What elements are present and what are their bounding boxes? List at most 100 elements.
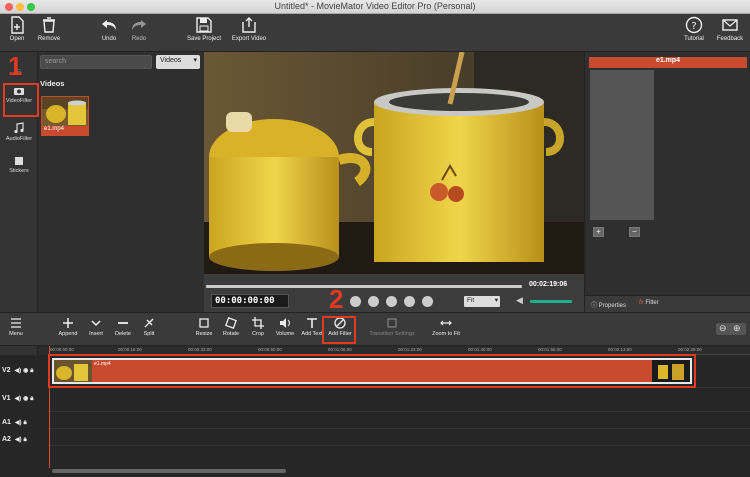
ruler-tick: 00:01:56:00 bbox=[538, 347, 562, 352]
undo-button[interactable]: Undo bbox=[96, 16, 122, 42]
feedback-button[interactable]: Feedback bbox=[714, 16, 746, 42]
zoom-to-fit-label: Zoom to Fit bbox=[432, 331, 460, 337]
tab-properties[interactable]: ⓘ Properties bbox=[591, 300, 626, 309]
speaker-icon[interactable]: ◀) bbox=[15, 368, 22, 374]
video-frame-image bbox=[204, 52, 584, 274]
skip-to-end-button[interactable] bbox=[422, 296, 433, 307]
save-project-button[interactable]: Save Project bbox=[184, 16, 224, 42]
ruler-tick: 00:02:29:00 bbox=[678, 347, 702, 352]
rail-item-audio-filter[interactable]: AudioFilter bbox=[0, 122, 38, 142]
rewind-button[interactable] bbox=[368, 296, 379, 307]
speaker-icon[interactable]: ◀ bbox=[516, 295, 523, 306]
category-select[interactable]: Videos ▾ bbox=[156, 55, 200, 69]
panel-tabs: ⓘ Properties fx Filter bbox=[585, 295, 750, 312]
undo-icon bbox=[102, 20, 116, 30]
tab-filter-label: Filter bbox=[645, 300, 659, 306]
ruler-tick: 00:00:50:00 bbox=[258, 347, 282, 352]
lock-icon[interactable]: 🔒︎ bbox=[30, 396, 33, 402]
export-video-label: Export Video bbox=[231, 36, 267, 42]
zoom-fit-select[interactable]: Fit ▾ bbox=[464, 296, 500, 307]
search-input[interactable]: search bbox=[40, 55, 152, 69]
split-icon bbox=[144, 318, 154, 328]
append-button[interactable]: Append bbox=[56, 317, 80, 337]
tutorial-label: Tutorial bbox=[684, 36, 704, 42]
media-clip-thumbnail[interactable]: e1.mp4 bbox=[41, 96, 89, 136]
tutorial-button[interactable]: ? Tutorial bbox=[680, 16, 708, 42]
transition-settings-button[interactable]: Transition Settings bbox=[364, 317, 420, 337]
open-button[interactable]: Open bbox=[4, 16, 30, 42]
lock-icon[interactable]: 🔒︎ bbox=[23, 437, 26, 443]
speaker-icon[interactable]: ◀) bbox=[15, 420, 22, 426]
video-preview[interactable] bbox=[204, 52, 584, 274]
track-label: A2 bbox=[2, 436, 11, 443]
transition-icon bbox=[387, 318, 397, 328]
track-header-a2: A2 ◀) 🔒︎ bbox=[0, 432, 48, 450]
eye-icon[interactable]: ◉ bbox=[23, 396, 28, 402]
zoom-out-icon[interactable]: ⊖ bbox=[719, 323, 727, 334]
track-header-a1: A1 ◀) 🔒︎ bbox=[0, 415, 48, 433]
ruler-tick: 00:01:40:00 bbox=[468, 347, 492, 352]
speaker-icon[interactable]: ◀) bbox=[15, 396, 22, 402]
speaker-icon[interactable]: ◀) bbox=[15, 437, 22, 443]
redo-icon bbox=[132, 20, 146, 30]
insert-label: Insert bbox=[89, 331, 103, 337]
delete-button[interactable]: Delete bbox=[112, 317, 134, 337]
insert-button[interactable]: Insert bbox=[85, 317, 107, 337]
lock-icon[interactable]: 🔒︎ bbox=[30, 368, 33, 374]
ruler-tick: 00:01:06:00 bbox=[328, 347, 352, 352]
add-text-button[interactable]: Add Text bbox=[300, 317, 324, 337]
remove-filter-item-button[interactable]: − bbox=[629, 227, 640, 237]
track-row-divider bbox=[48, 428, 750, 429]
playback-scrubber[interactable] bbox=[206, 285, 522, 288]
tab-filter[interactable]: fx Filter bbox=[639, 300, 659, 306]
delete-label: Delete bbox=[115, 331, 131, 337]
rotate-icon bbox=[225, 317, 237, 329]
remove-button[interactable]: Remove bbox=[34, 16, 64, 42]
split-button[interactable]: Split bbox=[140, 317, 158, 337]
volume-button[interactable]: Volume bbox=[273, 317, 297, 337]
eye-icon[interactable]: ◉ bbox=[23, 368, 28, 374]
resize-label: Resize bbox=[195, 331, 213, 337]
volume-slider[interactable] bbox=[530, 300, 572, 303]
audio-filter-label: AudioFilter bbox=[5, 136, 33, 142]
fast-forward-button[interactable] bbox=[404, 296, 415, 307]
timeline-scrollbar[interactable] bbox=[52, 469, 286, 473]
zoom-in-icon[interactable]: ⊕ bbox=[733, 323, 741, 334]
zoom-to-fit-button[interactable]: Zoom to Fit bbox=[428, 317, 464, 337]
minus-icon bbox=[118, 322, 128, 324]
filter-list[interactable] bbox=[590, 70, 654, 220]
menu-button[interactable]: Menu bbox=[6, 317, 26, 337]
lock-icon[interactable]: 🔒︎ bbox=[23, 420, 26, 426]
resize-button[interactable]: Resize bbox=[193, 317, 215, 337]
track-header-v1: V1 ◀) ◉ 🔒︎ bbox=[0, 391, 48, 409]
add-filter-item-button[interactable]: + bbox=[593, 227, 604, 237]
export-video-button[interactable]: Export Video bbox=[230, 16, 268, 42]
main-toolbar: Open Remove Undo Redo Save Project Expor… bbox=[0, 14, 750, 52]
track-label: V1 bbox=[2, 395, 11, 402]
chevron-down-icon: ▾ bbox=[494, 297, 498, 304]
timecode-field[interactable]: 00:00:00:00 bbox=[211, 294, 289, 308]
save-icon bbox=[196, 17, 212, 33]
annotation-step-1: 1 bbox=[8, 51, 23, 81]
play-button[interactable] bbox=[386, 296, 397, 307]
rotate-button[interactable]: Rotate bbox=[220, 317, 242, 337]
text-icon bbox=[307, 318, 317, 328]
annotation-highlight-add-filter bbox=[322, 316, 356, 344]
ruler-tick: 00:00:00:00 bbox=[50, 347, 74, 352]
svg-text:?: ? bbox=[691, 21, 696, 32]
annotation-step-2: 2 bbox=[329, 284, 344, 314]
rail-item-stickers[interactable]: Stickers bbox=[0, 156, 38, 174]
open-icon bbox=[11, 16, 24, 34]
redo-button[interactable]: Redo bbox=[126, 16, 152, 42]
export-icon bbox=[242, 17, 256, 33]
window-title: Untitled* - MovieMator Video Editor Pro … bbox=[274, 1, 476, 11]
track-row-divider bbox=[48, 411, 750, 412]
fit-value: Fit bbox=[467, 297, 475, 304]
chevron-down-icon bbox=[91, 320, 101, 327]
feedback-label: Feedback bbox=[716, 36, 744, 42]
skip-to-start-button[interactable] bbox=[350, 296, 361, 307]
annotation-highlight-video-filter bbox=[3, 83, 39, 117]
open-label: Open bbox=[9, 36, 25, 42]
crop-button[interactable]: Crop bbox=[249, 317, 267, 337]
help-icon: ? bbox=[685, 16, 703, 34]
